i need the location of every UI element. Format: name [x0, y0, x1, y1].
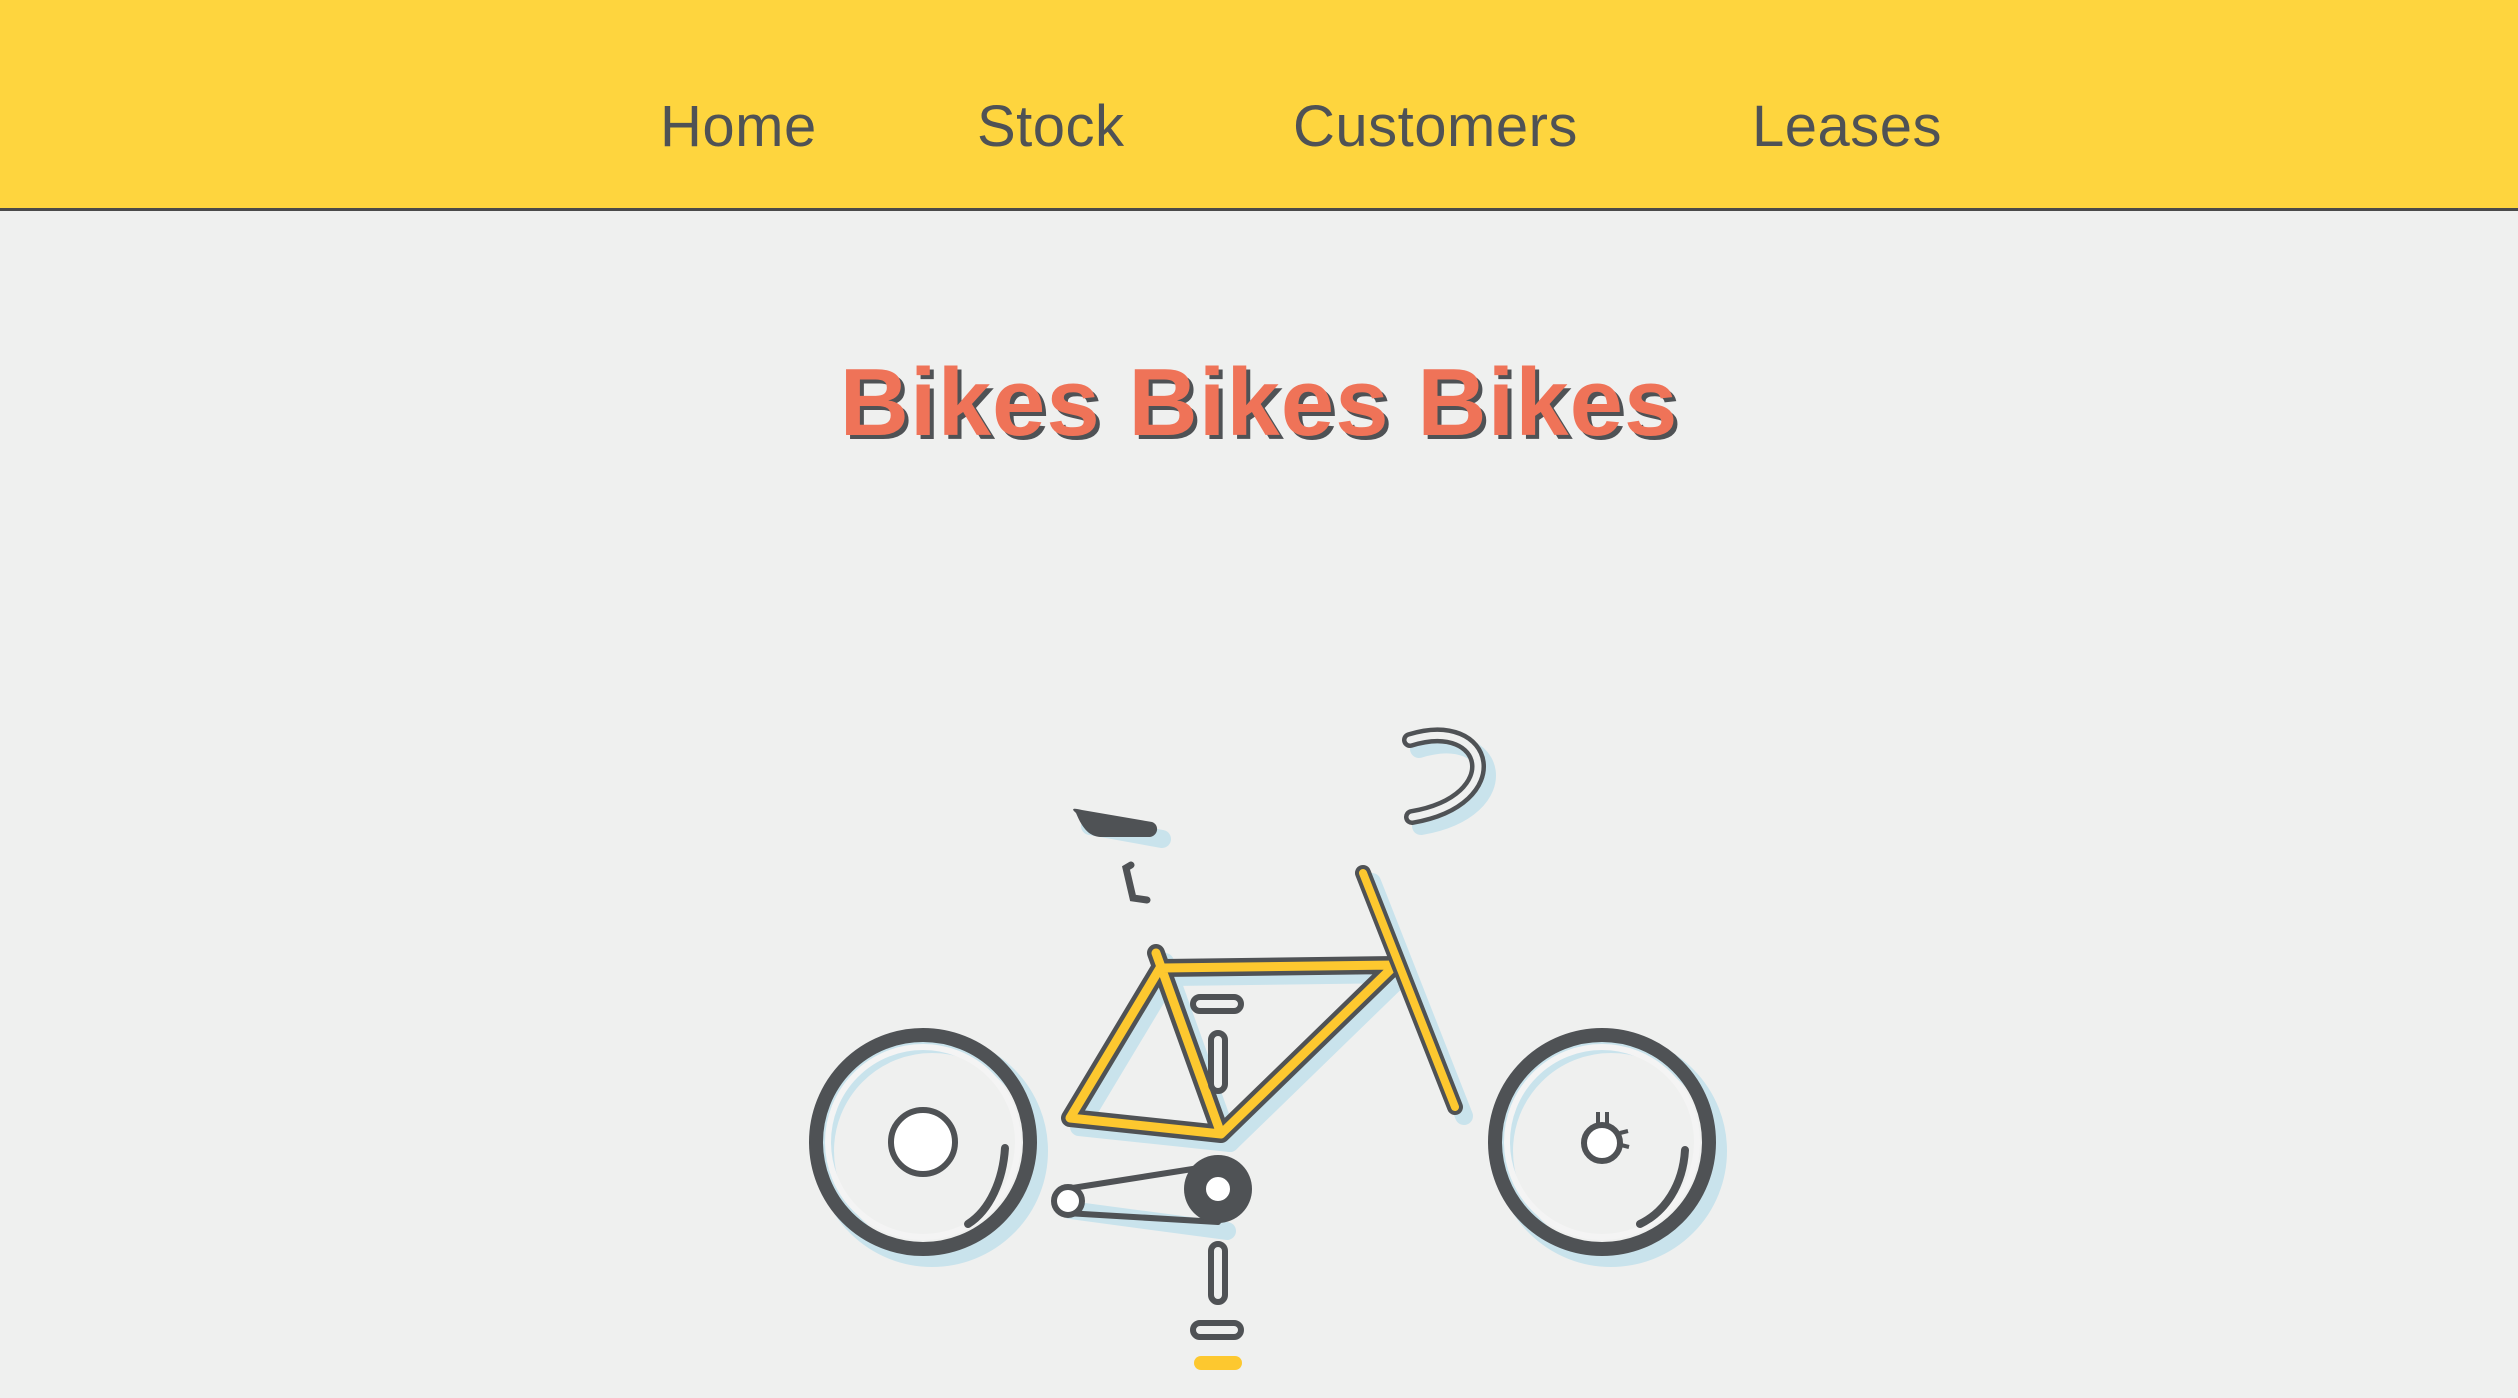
- pedal-piece: [1194, 1356, 1242, 1370]
- front-hub: [1581, 1112, 1630, 1164]
- rear-hub: [888, 1107, 958, 1177]
- exploded-bicycle-icon: [809, 727, 1727, 1370]
- seatpost-clamp: [1122, 861, 1151, 904]
- rear-cog: [1051, 1184, 1085, 1218]
- bike-shadow: [816, 735, 1727, 1267]
